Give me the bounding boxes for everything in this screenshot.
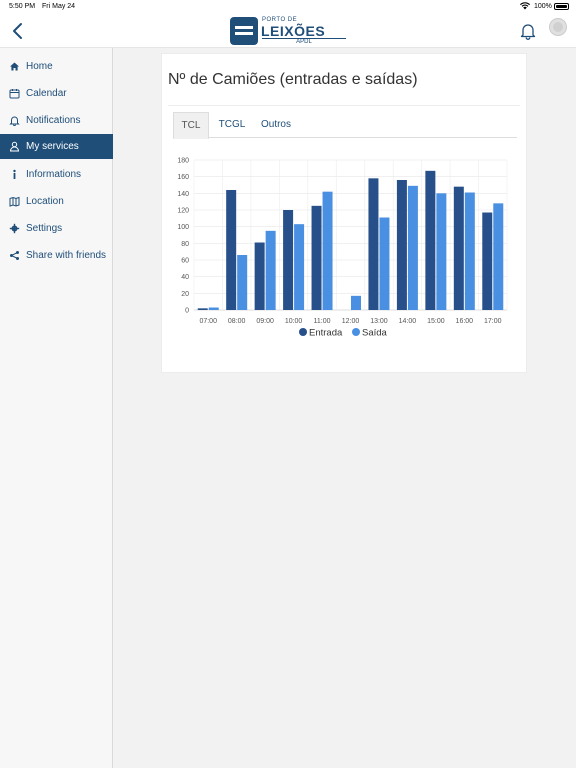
y-tick-label: 80 (181, 241, 189, 248)
map-icon (9, 196, 20, 207)
page-title: Nº de Camiões (entradas e saídas) (168, 71, 418, 88)
legend-label: Entrada (309, 328, 343, 339)
bar-entrada (482, 212, 493, 310)
bar-sada (407, 185, 418, 310)
bar-sada (464, 192, 475, 310)
y-tick-label: 20 (181, 291, 189, 298)
bar-entrada (226, 190, 237, 310)
y-tick-label: 120 (177, 208, 189, 215)
home-icon (10, 62, 19, 71)
bar-sada (351, 295, 361, 310)
bar-sada (436, 193, 447, 310)
sidebar-item-label: Settings (26, 223, 63, 234)
tab-outros[interactable]: Outros (256, 112, 296, 138)
logo-mark-icon (230, 17, 258, 45)
logo-sub-text: APDL (262, 38, 346, 46)
sidebar-item-calendar[interactable]: Calendar (0, 81, 113, 106)
sidebar-item-label: Location (26, 196, 64, 207)
sidebar-item-label: My services (26, 141, 79, 152)
calendar-icon (9, 89, 20, 99)
legend-swatch (299, 328, 307, 336)
sidebar-item-label: Calendar (26, 88, 67, 99)
wifi-icon (520, 2, 530, 10)
sidebar-item-notifications[interactable]: Notifications (0, 108, 113, 133)
x-tick-label: 17:00 (484, 318, 502, 325)
gear-icon (9, 223, 20, 234)
bell-icon[interactable] (519, 22, 537, 40)
x-tick-label: 15:00 (427, 318, 445, 325)
sidebar-item-location[interactable]: Location (0, 189, 113, 214)
x-tick-label: 10:00 (285, 318, 303, 325)
y-tick-label: 140 (177, 191, 189, 198)
title-divider (168, 105, 520, 106)
y-tick-label: 0 (185, 308, 189, 315)
bar-chart: 0 20 40 60 80 100 120 140 160 180 07:00 08:00 09:00 1… (177, 158, 508, 339)
x-tick-label: 12:00 (342, 318, 360, 325)
user-icon (9, 141, 20, 152)
y-tick-label: 160 (177, 174, 189, 181)
y-tick-label: 40 (181, 274, 189, 281)
sidebar-item-home[interactable]: Home (0, 54, 113, 79)
sidebar-item-share-with-friends[interactable]: Share with friends (0, 243, 113, 268)
x-tick-label: 16:00 (456, 318, 474, 325)
sidebar-item-settings[interactable]: Settings (0, 216, 113, 241)
bar-sada (208, 307, 219, 310)
bar-entrada (254, 242, 265, 310)
share-icon (10, 251, 19, 260)
bar-entrada (311, 205, 322, 310)
status-date: Fri May 24 (42, 3, 76, 10)
bar-sada (294, 224, 305, 310)
sidebar-item-label: Notifications (26, 115, 81, 126)
sidebar: Home Calendar Notifications My services … (0, 48, 113, 768)
porto-de-leixoes-logo: PORTO DE LEIXÕES APDL (230, 16, 348, 46)
battery-icon (554, 3, 569, 10)
x-tick-label: 09:00 (256, 318, 274, 325)
tab-tcl[interactable]: TCL (173, 112, 209, 139)
x-tick-label: 14:00 (399, 318, 417, 325)
bar-entrada (425, 170, 436, 310)
bell-icon (9, 116, 20, 126)
sidebar-item-label: Informations (26, 169, 82, 180)
x-tick-label: 13:00 (370, 318, 388, 325)
sidebar-item-label: Share with friends (26, 250, 107, 261)
bar-entrada (396, 180, 407, 310)
bar-entrada (453, 186, 464, 310)
y-tick-label: 60 (181, 258, 189, 265)
status-time: 5:50 PM (9, 3, 36, 10)
x-tick-label: 11:00 (314, 318, 331, 325)
legend-swatch (352, 328, 360, 336)
bar-sada (379, 217, 390, 310)
battery-percent: 100% (534, 3, 552, 10)
bar-entrada (283, 210, 294, 310)
bar-entrada (368, 178, 379, 310)
info-icon (13, 169, 16, 179)
sidebar-item-label: Home (26, 61, 53, 72)
tab-bar: TCL TCGL Outros (173, 112, 517, 139)
bar-sada (237, 255, 248, 310)
bar-sada (493, 203, 504, 310)
y-tick-label: 100 (177, 224, 189, 231)
bar-sada (265, 230, 276, 310)
app-header: PORTO DE LEIXÕES APDL (0, 14, 576, 48)
back-button[interactable] (8, 20, 28, 42)
bar-entrada (197, 308, 208, 310)
logo-main-text: LEIXÕES (261, 23, 326, 39)
sidebar-item-informations[interactable]: Informations (0, 162, 113, 187)
stats-card: Nº de Camiões (entradas e saídas) TCL TC… (161, 53, 527, 373)
user-avatar[interactable] (549, 18, 567, 36)
status-bar: 5:50 PM Fri May 24 100% (0, 0, 576, 14)
bar-sada (322, 191, 333, 310)
legend-label: Saída (362, 328, 388, 339)
y-tick-label: 180 (177, 158, 189, 165)
sidebar-item-my-services[interactable]: My services (0, 134, 113, 159)
x-tick-label: 08:00 (228, 318, 246, 325)
tab-tcgl[interactable]: TCGL (212, 112, 252, 138)
x-tick-label: 07:00 (199, 318, 217, 325)
